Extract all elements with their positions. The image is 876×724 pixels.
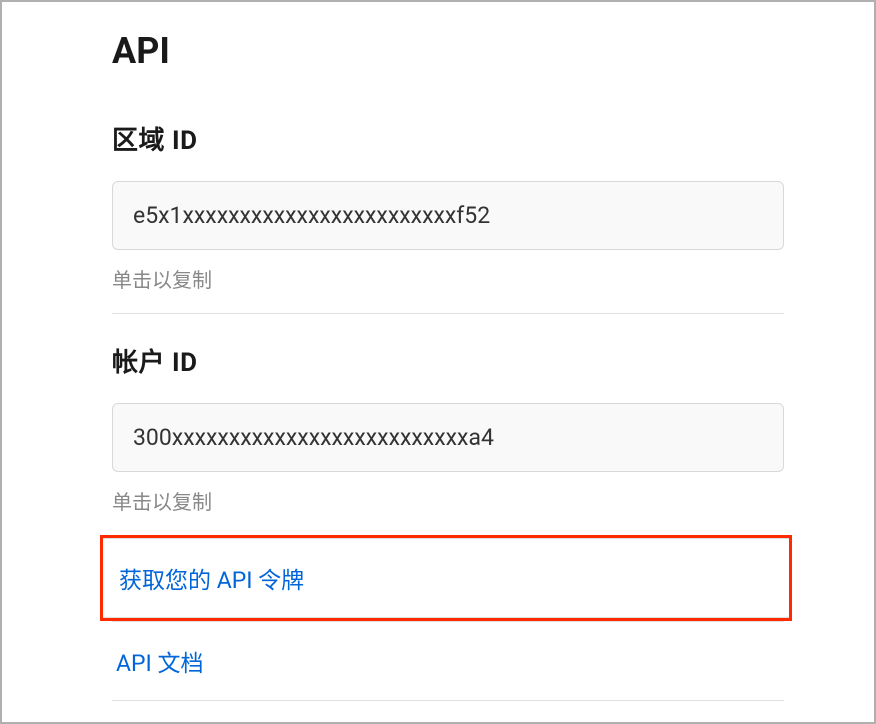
account-id-section: 帐户 ID 300xxxxxxxxxxxxxxxxxxxxxxxxxxa4 单击… [112, 342, 784, 515]
zone-id-hint: 单击以复制 [112, 264, 784, 293]
zone-id-value[interactable]: e5x1xxxxxxxxxxxxxxxxxxxxxxxxf52 [112, 181, 784, 250]
zone-id-label: 区域 ID [112, 120, 784, 157]
account-id-value[interactable]: 300xxxxxxxxxxxxxxxxxxxxxxxxxxa4 [112, 403, 784, 472]
account-id-hint: 单击以复制 [112, 486, 784, 515]
account-id-label: 帐户 ID [112, 342, 784, 379]
page-title: API [112, 30, 784, 72]
zone-id-section: 区域 ID e5x1xxxxxxxxxxxxxxxxxxxxxxxxf52 单击… [112, 120, 784, 293]
highlighted-link-container: 获取您的 API 令牌 [100, 535, 792, 621]
divider [112, 313, 784, 314]
get-api-token-link[interactable]: 获取您的 API 令牌 [103, 538, 789, 618]
api-docs-link[interactable]: API 文档 [112, 621, 784, 701]
